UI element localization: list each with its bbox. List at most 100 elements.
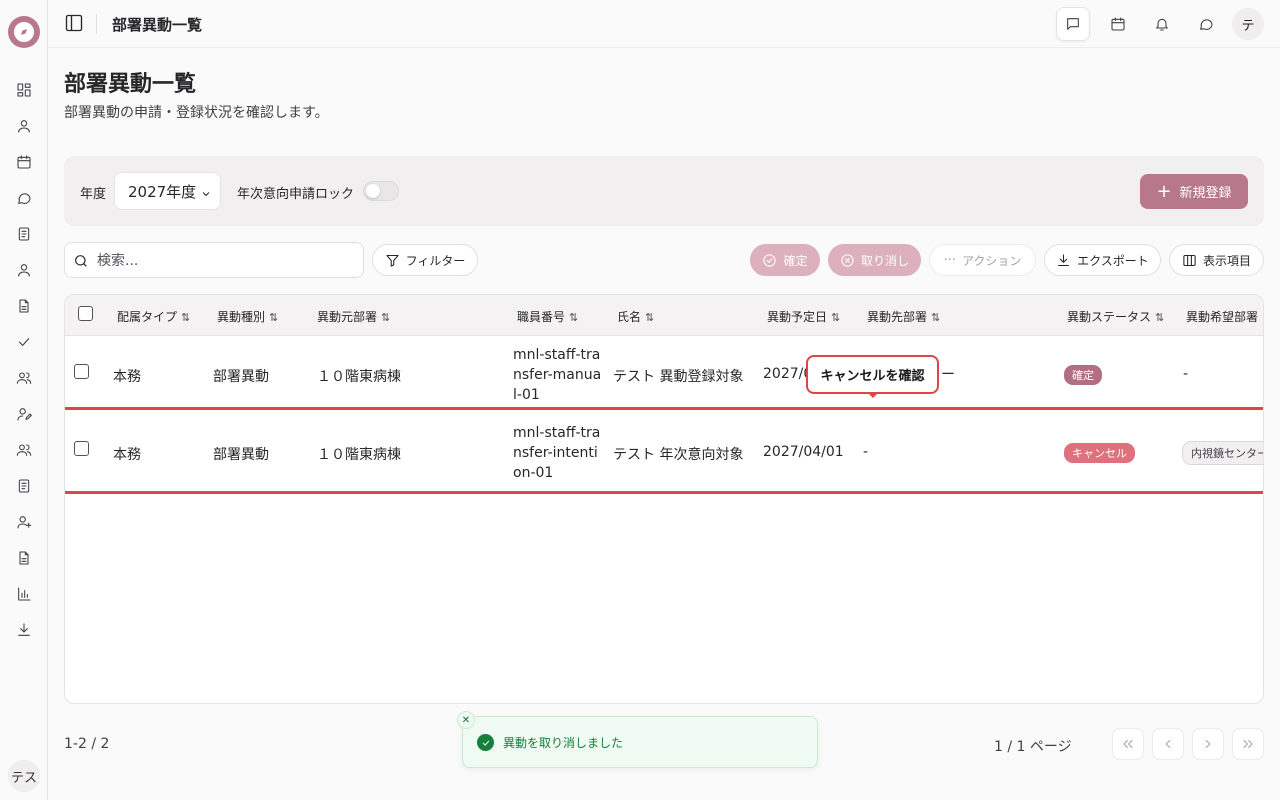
- cancel-confirm-tooltip[interactable]: キャンセルを確認: [806, 355, 939, 394]
- sort-icon: ⇅: [1262, 311, 1263, 324]
- new-registration-button[interactable]: + 新規登録: [1140, 174, 1248, 209]
- page-title: 部署異動一覧: [64, 72, 197, 97]
- row-highlight-line: [65, 491, 1263, 494]
- cell-name: テスト 異動登録対象: [613, 369, 744, 385]
- cell-transfer-type: 部署異動: [213, 447, 269, 463]
- annual-lock-toggle[interactable]: [363, 181, 399, 201]
- sidebar: テス: [0, 0, 48, 800]
- transfer-table: 配属タイプ ⇅ 異動種別 ⇅ 異動元部署 ⇅ 職員番号 ⇅ 氏名 ⇅ 異動予定日 ⇅ 異動先…: [64, 294, 1264, 704]
- column-header[interactable]: 異動先部署 ⇅: [867, 308, 940, 325]
- sort-icon: ⇅: [645, 311, 655, 324]
- column-header[interactable]: 配属タイプ ⇅: [117, 308, 190, 325]
- cell-date: 2027/0: [763, 366, 813, 382]
- cell-staff-no: mnl-staff-transfer-manual-01: [513, 347, 602, 403]
- chat-icon[interactable]: [14, 188, 34, 208]
- cell-from-dept: １０階東病棟: [317, 447, 401, 463]
- columns-label: 表示項目: [1202, 253, 1251, 268]
- column-header[interactable]: 氏名 ⇅: [617, 308, 654, 325]
- column-header[interactable]: 異動ステータス ⇅: [1067, 308, 1164, 325]
- user-icon[interactable]: [14, 260, 34, 280]
- message-square-icon: [1067, 18, 1079, 30]
- column-header[interactable]: 異動元部署 ⇅: [317, 308, 390, 325]
- toggle-knob: [366, 184, 380, 198]
- export-button[interactable]: エクスポート: [1044, 244, 1161, 276]
- check-icon[interactable]: [14, 332, 34, 352]
- filter-label: フィルター: [405, 253, 466, 268]
- user-plus-icon[interactable]: [14, 512, 34, 532]
- document-icon[interactable]: [14, 476, 34, 496]
- row-checkbox[interactable]: [74, 441, 89, 456]
- action-button[interactable]: ··· アクション: [929, 244, 1036, 276]
- column-header[interactable]: 職員番号 ⇅: [517, 308, 578, 325]
- check-circle-icon: [477, 734, 494, 751]
- cell-from-dept: １０階東病棟: [317, 369, 401, 385]
- users-icon[interactable]: [14, 368, 34, 388]
- search-input[interactable]: [97, 251, 347, 271]
- sidebar-toggle-icon[interactable]: [64, 13, 84, 33]
- cell-assign-type: 本務: [113, 369, 141, 385]
- app-logo[interactable]: [8, 16, 40, 48]
- column-header[interactable]: 異動予定日 ⇅: [767, 308, 840, 325]
- filter-icon: [385, 254, 399, 267]
- table-row[interactable]: 本務 部署異動 １０階東病棟 mnl-staff-transfer-intent…: [65, 412, 1263, 490]
- more-horizontal-icon: ···: [943, 252, 956, 268]
- divider: [96, 14, 97, 34]
- calendar-icon[interactable]: [14, 152, 34, 172]
- filter-button[interactable]: フィルター: [372, 244, 478, 276]
- account-avatar[interactable]: テ: [1232, 8, 1264, 40]
- page-subtitle: 部署異動の申請・登録状況を確認します。: [64, 105, 329, 121]
- search-box: [64, 242, 364, 278]
- select-all-checkbox[interactable]: [78, 306, 93, 321]
- page-indicator: 1 / 1 ページ: [994, 739, 1072, 755]
- prev-page-button[interactable]: [1152, 728, 1184, 760]
- last-page-button[interactable]: [1232, 728, 1264, 760]
- columns-button[interactable]: 表示項目: [1169, 244, 1264, 276]
- columns-icon: [1183, 254, 1196, 266]
- cell-staff-no: mnl-staff-transfer-intention-01: [513, 425, 601, 481]
- column-header[interactable]: 異動種別 ⇅: [217, 308, 278, 325]
- cell-date: 2027/04/01: [763, 444, 844, 460]
- sort-icon: ⇅: [931, 311, 941, 324]
- message-button[interactable]: [1056, 7, 1090, 41]
- file-icon[interactable]: [14, 296, 34, 316]
- user-avatar[interactable]: テス: [8, 760, 40, 792]
- table-row[interactable]: 本務 部署異動 １０階東病棟 mnl-staff-transfer-manual…: [65, 336, 1263, 411]
- cell-to-dept: ー: [941, 367, 955, 383]
- users-icon[interactable]: [14, 440, 34, 460]
- chevrons-left-icon: [1123, 739, 1133, 749]
- download-icon[interactable]: [14, 620, 34, 640]
- cancel-button[interactable]: 取り消し: [828, 244, 921, 276]
- check-circle-icon: [763, 253, 777, 267]
- column-header[interactable]: 異動希望部署⇅: [1186, 308, 1263, 325]
- next-page-button[interactable]: [1192, 728, 1224, 760]
- cancel-label: 取り消し: [860, 253, 909, 268]
- user-edit-icon[interactable]: [14, 404, 34, 424]
- chevrons-right-icon: [1243, 739, 1253, 749]
- calendar-button[interactable]: [1102, 8, 1134, 40]
- row-checkbox[interactable]: [74, 364, 89, 379]
- sort-icon: ⇅: [181, 311, 191, 324]
- top-bar: 部署異動一覧 テ: [48, 0, 1280, 48]
- wish-dept-chip: 内視鏡センター: [1182, 441, 1263, 465]
- action-label: アクション: [962, 253, 1022, 268]
- document-icon[interactable]: [14, 224, 34, 244]
- notification-button[interactable]: [1146, 8, 1178, 40]
- confirm-button[interactable]: 確定: [750, 244, 820, 276]
- cell-wish-dept: -: [1183, 366, 1189, 382]
- chat-icon: [1200, 19, 1213, 30]
- user-icon[interactable]: [14, 116, 34, 136]
- chevron-down-icon: [200, 186, 212, 198]
- breadcrumb-title: 部署異動一覧: [112, 16, 203, 34]
- bar-chart-icon[interactable]: [14, 584, 34, 604]
- sort-icon: ⇅: [269, 311, 279, 324]
- close-icon[interactable]: ✕: [457, 711, 475, 729]
- status-badge: キャンセル: [1064, 443, 1135, 463]
- file-icon[interactable]: [14, 548, 34, 568]
- toast-notification: ✕ 異動を取り消しました: [457, 711, 818, 768]
- first-page-button[interactable]: [1112, 728, 1144, 760]
- download-icon: [1058, 253, 1070, 266]
- chat-button[interactable]: [1190, 8, 1222, 40]
- fiscal-year-select[interactable]: 2027年度: [114, 172, 221, 210]
- dashboard-icon[interactable]: [14, 80, 34, 100]
- new-registration-label: 新規登録: [1179, 186, 1232, 201]
